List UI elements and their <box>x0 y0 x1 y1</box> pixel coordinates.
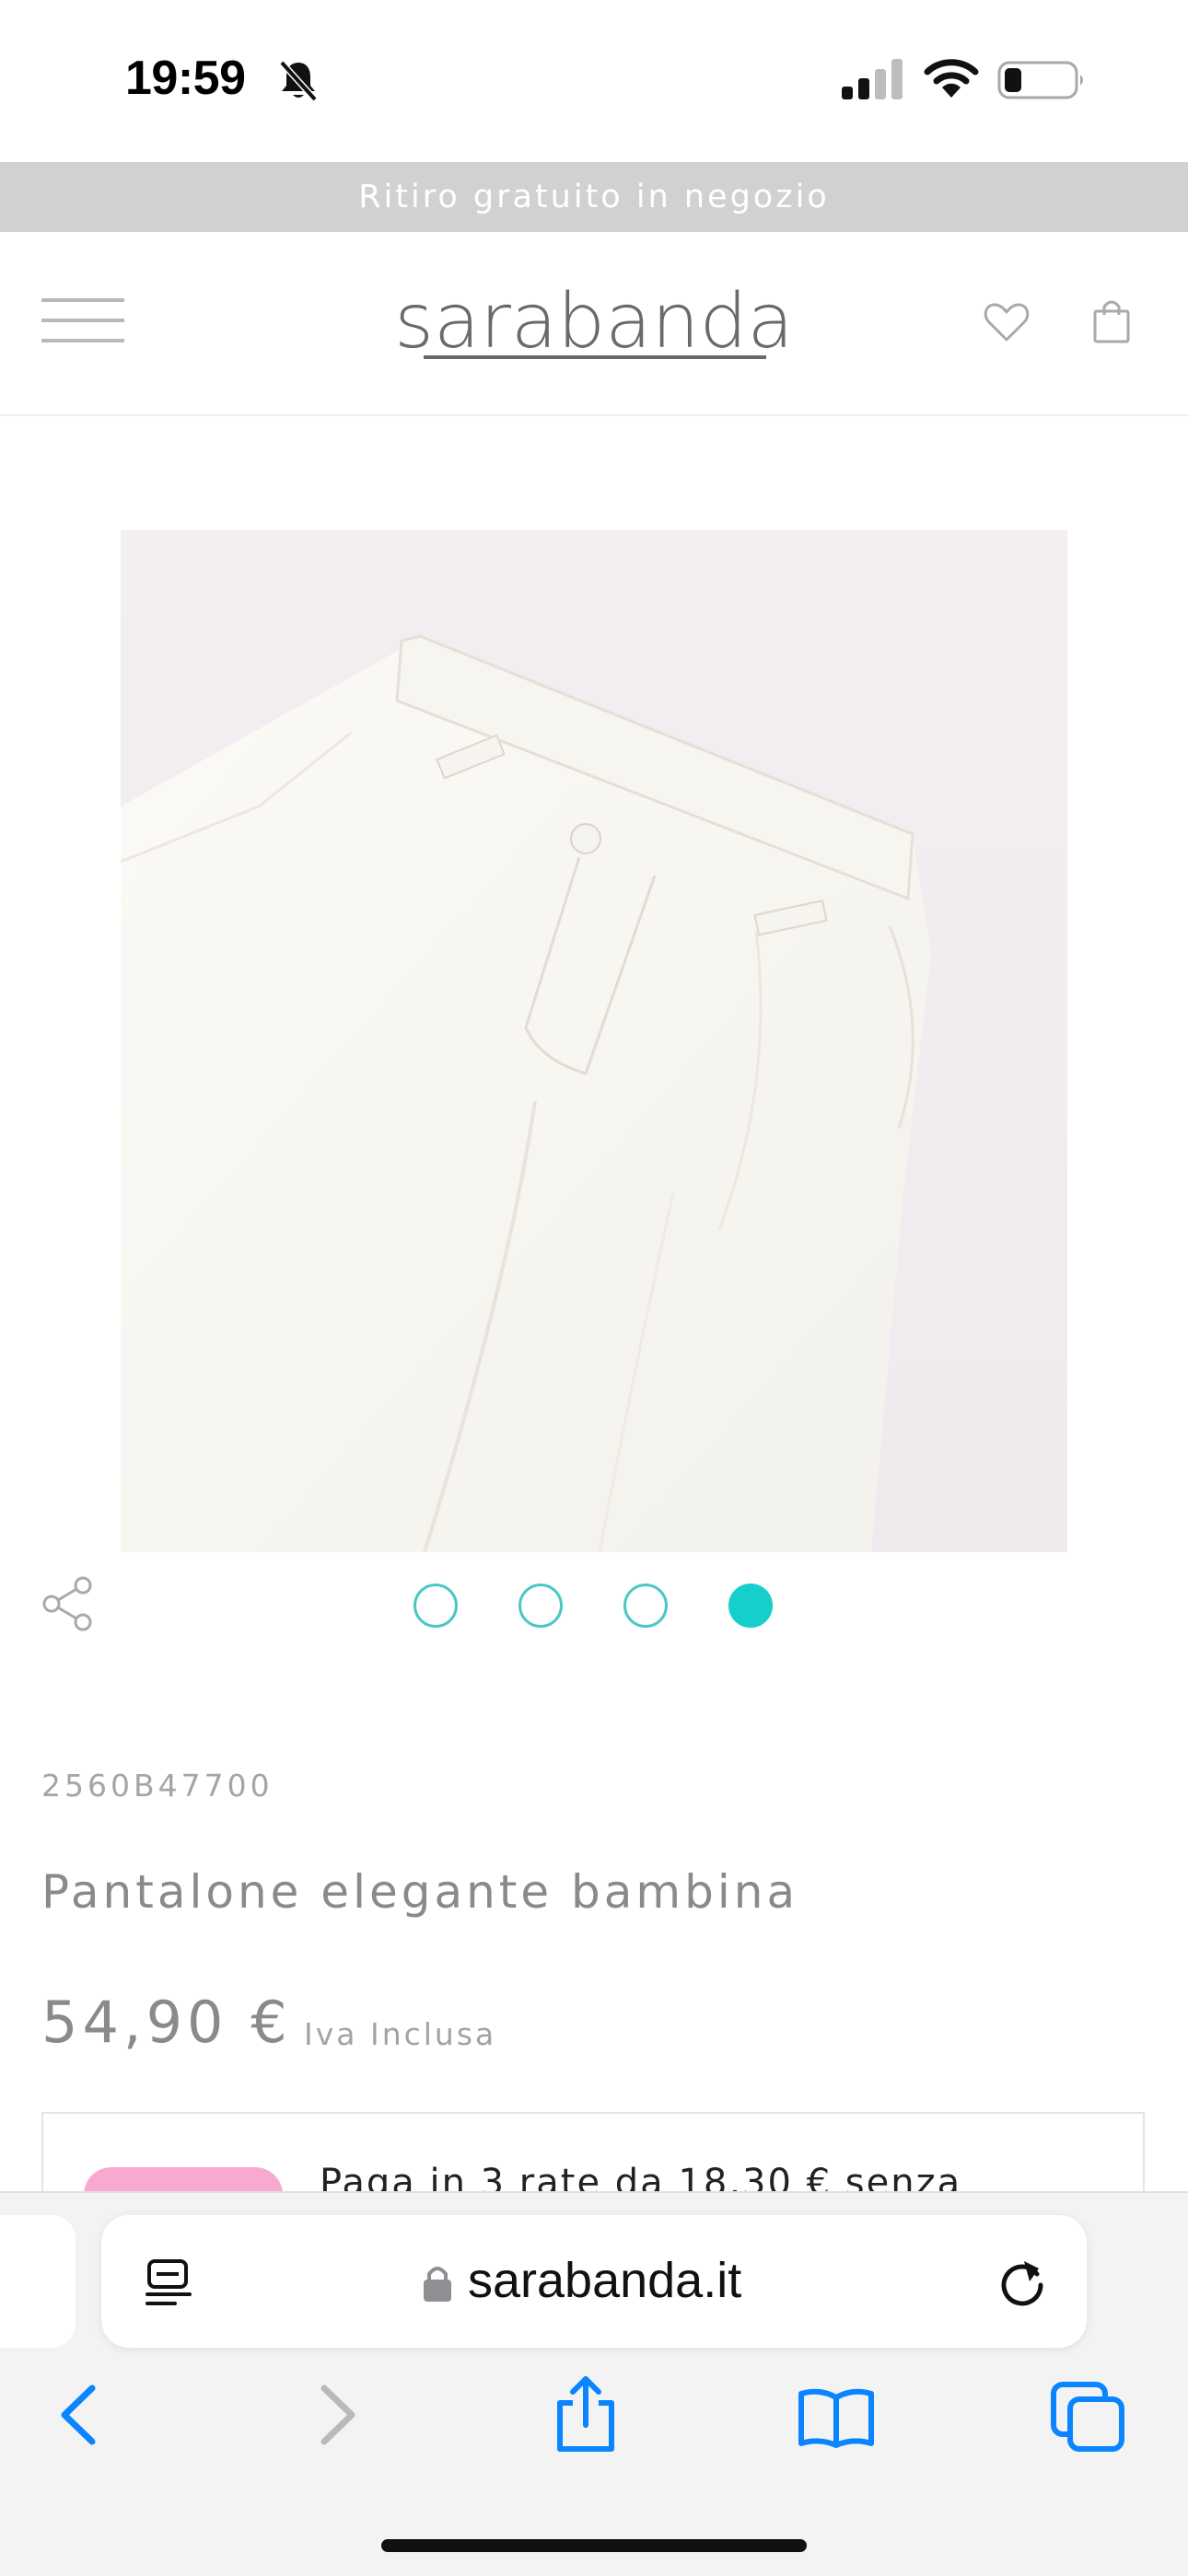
carousel-dot-4[interactable] <box>728 1584 773 1628</box>
wifi-icon <box>924 59 979 98</box>
reload-icon[interactable] <box>996 2256 1048 2307</box>
address-bar[interactable]: sarabanda.it <box>101 2215 1087 2348</box>
product-photo-illustration <box>121 634 931 1552</box>
previous-tab-preview[interactable] <box>0 2215 76 2348</box>
site-header: sarabanda <box>0 232 1188 416</box>
bookmarks-icon[interactable] <box>798 2386 875 2449</box>
promo-banner[interactable]: Ritiro gratuito in negozio <box>0 162 1188 232</box>
product-price: 54,90 € <box>41 1989 292 2056</box>
share-sheet-icon[interactable] <box>554 2375 617 2453</box>
signal-icon <box>842 59 903 99</box>
share-icon[interactable] <box>41 1574 96 1633</box>
lock-icon <box>424 2267 451 2302</box>
product-name: Pantalone elegante bambina <box>41 1865 799 1919</box>
url-text: sarabanda.it <box>468 2253 742 2308</box>
carousel-dot-1[interactable] <box>413 1584 458 1628</box>
forward-icon[interactable] <box>317 2383 359 2447</box>
product-sku: 2560B47700 <box>41 1768 274 1804</box>
carousel-dot-3[interactable] <box>623 1584 668 1628</box>
status-time: 19:59 <box>125 52 246 105</box>
battery-icon <box>997 61 1083 99</box>
reader-icon[interactable] <box>144 2257 193 2307</box>
back-icon[interactable] <box>57 2383 99 2447</box>
logo-underline <box>424 355 766 359</box>
heart-icon[interactable] <box>983 301 1031 343</box>
promo-banner-text: Ritiro gratuito in negozio <box>358 179 830 215</box>
home-indicator <box>381 2539 807 2552</box>
bell-slash-icon <box>279 60 318 102</box>
carousel-dot-2[interactable] <box>518 1584 563 1628</box>
vat-note: Iva Inclusa <box>304 2016 497 2052</box>
product-image[interactable] <box>121 530 1067 1552</box>
shopping-bag-icon[interactable] <box>1092 296 1131 344</box>
tabs-icon[interactable] <box>1050 2381 1125 2453</box>
